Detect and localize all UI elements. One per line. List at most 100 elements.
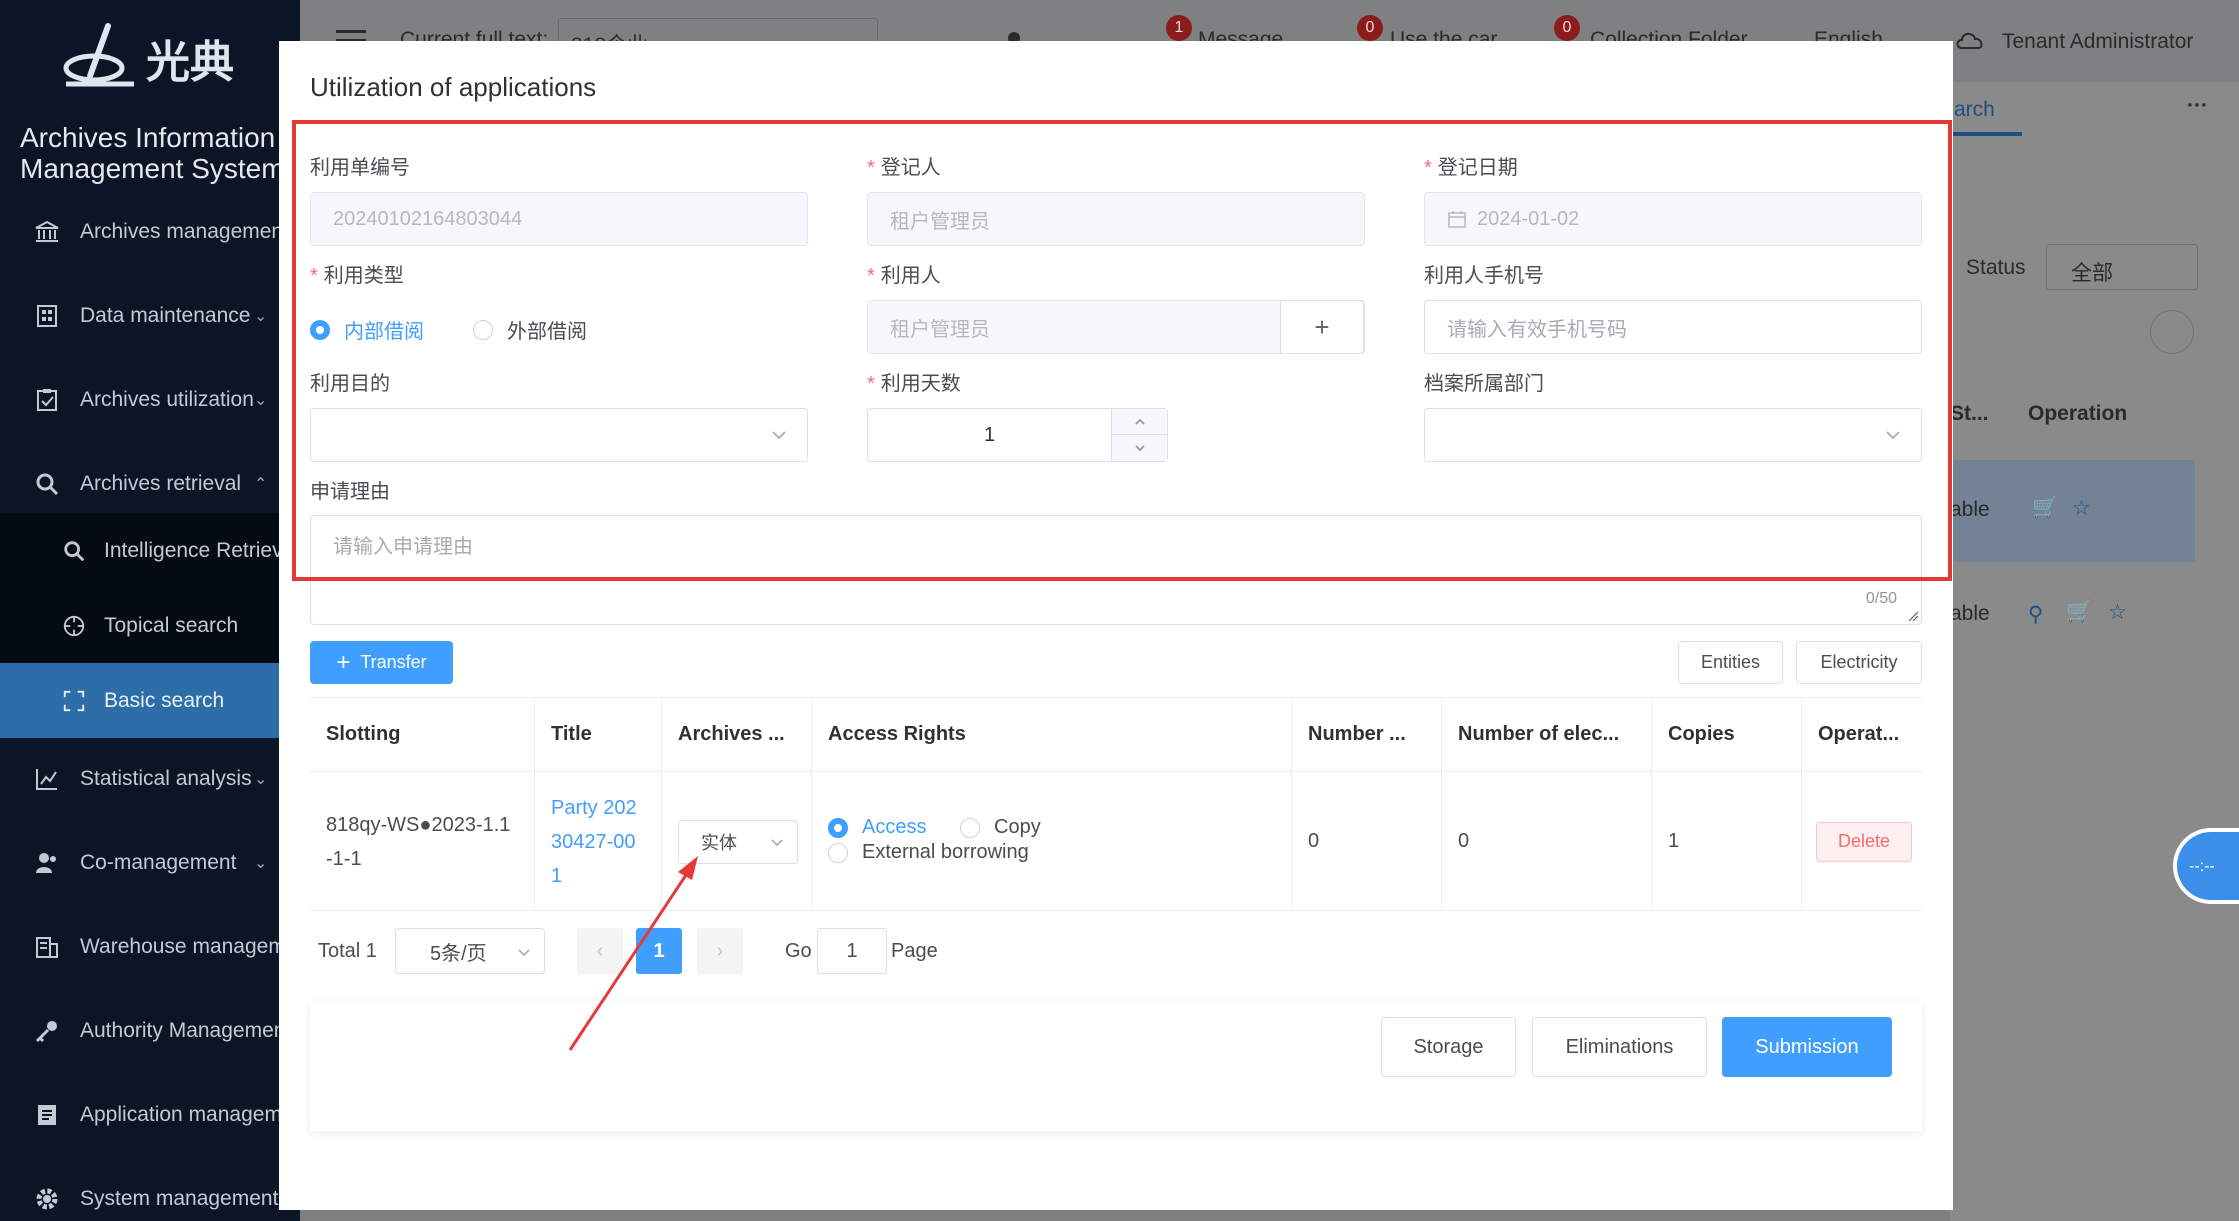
eliminations-button[interactable]: Eliminations (1532, 1017, 1707, 1077)
date-input[interactable]: 2024-01-02 (1424, 192, 1922, 246)
clipboard-check-icon (37, 389, 57, 411)
reason-label: 申请理由 (310, 475, 390, 504)
title-link[interactable]: Party 202 (551, 791, 637, 825)
chevron-down-icon (772, 431, 786, 440)
user-name[interactable]: Tenant Administrator (2002, 30, 2193, 54)
star-icon[interactable]: ☆ (2108, 600, 2127, 625)
system-name: Archives Information Management System (20, 122, 300, 184)
cart-icon[interactable]: 🛒 (2066, 600, 2092, 624)
plus-icon: + (336, 648, 351, 676)
sidebar-item-label: Co-management (80, 851, 237, 874)
decrement-button[interactable] (1112, 435, 1167, 460)
column-header: Copies (1652, 698, 1802, 771)
column-header: Number ... (1292, 698, 1442, 771)
radio-label: Copy (994, 816, 1041, 838)
days-label-text: 利用天数 (880, 373, 961, 395)
sidebar-item-label: Archives management (80, 220, 289, 243)
registrant-input[interactable]: 租户管理员 (867, 192, 1365, 246)
column-header: Operat... (1818, 723, 1900, 745)
search-icon[interactable]: ⚲ (2028, 602, 2043, 627)
submission-button[interactable]: Submission (1722, 1017, 1892, 1077)
column-header: Number of elec... (1442, 698, 1652, 771)
more-icon[interactable]: ··· (2187, 94, 2208, 118)
copy-radio[interactable]: Copy (960, 816, 1041, 839)
purpose-select[interactable] (310, 408, 808, 462)
sidebar-item-label: Authority Management (80, 1019, 292, 1042)
sidebar-item-label: Application management (80, 1103, 300, 1126)
scan-icon (63, 690, 85, 711)
chevron-down-icon: ⌄ (254, 855, 268, 872)
system-name-line2: Management System (20, 153, 285, 184)
refresh-icon[interactable] (2150, 310, 2194, 354)
logo-icon (63, 23, 134, 87)
entities-button[interactable]: Entities (1678, 641, 1783, 684)
user-input[interactable]: 租户管理员 + (867, 300, 1365, 354)
status-value: 全部 (2071, 262, 2113, 285)
sidebar-item-label: System management (80, 1187, 279, 1210)
utilization-dialog: Utilization of applications 利用单编号 202401… (279, 41, 1953, 1210)
cart-icon[interactable]: 🛒 (2032, 496, 2058, 520)
resize-handle-icon[interactable] (1907, 610, 1919, 622)
sidebar-item-system-management[interactable]: System management (0, 1157, 300, 1221)
number-label-text: 利用单编号 (310, 157, 410, 179)
floating-handle[interactable]: --:-- (2173, 828, 2239, 904)
sidebar-item-co-management[interactable]: Co-management ⌄ (0, 821, 300, 905)
electricity-button[interactable]: Electricity (1796, 641, 1922, 684)
user-value: 租户管理员 (890, 318, 990, 341)
dialog-footer: Storage Eliminations Submission (310, 1001, 1922, 1131)
number-input[interactable]: 20240102164803044 (310, 192, 808, 246)
table-cell-operation: Delete (1802, 771, 1922, 911)
chevron-down-icon: ⌄ (254, 308, 268, 325)
external-borrowing-radio[interactable]: External borrowing (828, 841, 1029, 864)
type-label: * 利用类型 (310, 265, 404, 287)
star-icon[interactable]: ☆ (2072, 496, 2091, 521)
phone-placeholder: 请输入有效手机号码 (1447, 318, 1627, 341)
type-radio-external[interactable]: 外部借阅 (473, 315, 587, 344)
sidebar-item-basic-search[interactable]: Basic search (0, 663, 300, 738)
delete-button[interactable]: Delete (1816, 821, 1912, 862)
column-status: St... (1950, 402, 1989, 425)
user-group-icon (36, 853, 56, 873)
storage-button[interactable]: Storage (1381, 1017, 1516, 1077)
chevron-down-icon (1886, 431, 1900, 440)
days-label: * 利用天数 (867, 373, 961, 395)
sidebar-item-label: Archives utilization (80, 388, 254, 411)
gear-icon (36, 1188, 58, 1210)
column-header: Access Rights (812, 698, 1292, 771)
electricity-label: Electricity (1820, 652, 1898, 672)
dept-select[interactable] (1424, 408, 1922, 462)
sidebar-item-warehouse-management[interactable]: Warehouse management (0, 905, 300, 989)
delete-label: Delete (1837, 831, 1891, 851)
radio-label: 内部借阅 (344, 321, 424, 343)
type-radio-internal[interactable]: 内部借阅 (310, 315, 424, 344)
phone-input[interactable]: 请输入有效手机号码 (1424, 300, 1922, 354)
user-label-text: 利用人 (880, 265, 941, 287)
sidebar-item-archives-utilization[interactable]: Archives utilization ⌄ (0, 358, 300, 442)
increment-button[interactable] (1112, 409, 1167, 435)
chevron-up-icon (1134, 418, 1145, 425)
transfer-button[interactable]: + Transfer (310, 641, 453, 684)
sidebar-item-application-management[interactable]: Application management (0, 1073, 300, 1157)
sidebar-item-data-maintenance[interactable]: Data maintenance ⌄ (0, 274, 300, 358)
days-value: 1 (983, 423, 996, 446)
add-user-button[interactable]: + (1280, 300, 1364, 354)
total-text: Total 1 (318, 939, 377, 962)
sidebar-item-topical-search[interactable]: Topical search (0, 588, 300, 663)
access-radio[interactable]: Access (828, 816, 926, 839)
logo: 光典 (60, 22, 260, 94)
status-select[interactable]: 全部 (2046, 244, 2198, 290)
cart-badge: 0 (1357, 15, 1383, 41)
sidebar-item-statistical-analysis[interactable]: Statistical analysis ⌄ (0, 737, 300, 821)
sidebar-item-archives-management[interactable]: Archives management (0, 190, 300, 274)
sidebar-item-intelligence-retrieval[interactable]: Intelligence Retrieval (0, 513, 300, 588)
radio-dot (828, 842, 848, 863)
crosshair-icon (63, 615, 85, 636)
go-page-input[interactable]: 1 (817, 928, 887, 974)
reason-textarea[interactable]: 请输入申请理由 0/50 (310, 515, 1922, 625)
days-stepper[interactable]: 1 (867, 408, 1168, 462)
sidebar-item-authority-management[interactable]: Authority Management (0, 989, 300, 1073)
background-tab[interactable]: arch (1954, 98, 1995, 122)
dialog-title: Utilization of applications (310, 72, 597, 102)
message-badge: 1 (1166, 15, 1192, 41)
page-size-select[interactable]: 5条/页 (395, 928, 545, 974)
